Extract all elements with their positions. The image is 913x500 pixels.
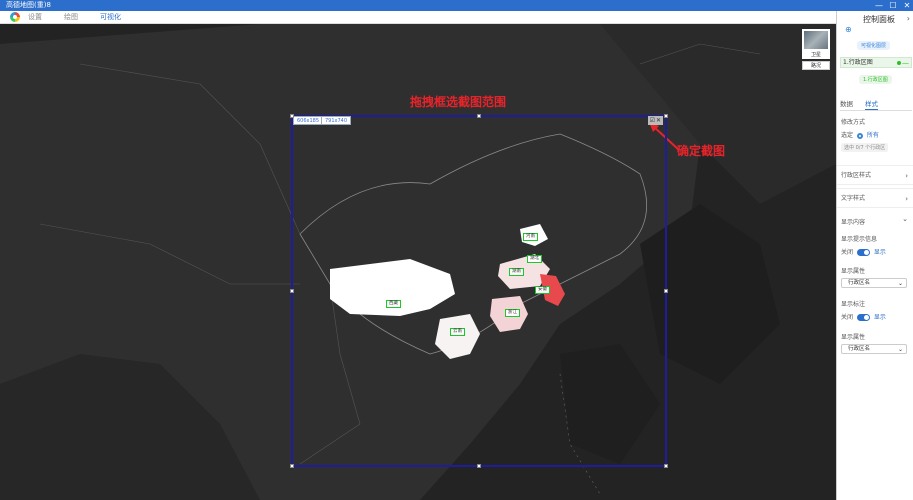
menu-visualize[interactable]: 可视化 xyxy=(100,12,121,22)
chevron-down-icon: ⌄ xyxy=(897,280,903,287)
window-titlebar: 高德地图(重)8 — ☐ ✕ xyxy=(0,0,913,11)
selection-output-size-label: 791x740 xyxy=(321,116,352,125)
show-tooltip-label: 显示提示信息 xyxy=(841,236,878,243)
minimize-icon[interactable]: — xyxy=(875,0,883,11)
chevron-right-icon: › xyxy=(905,195,908,203)
province-label: 湖北 xyxy=(527,255,542,263)
section-admin-style-label: 行政区样式 xyxy=(841,172,872,179)
tab-data[interactable]: 数据 xyxy=(840,97,853,110)
chevron-right-icon[interactable]: › xyxy=(907,14,910,23)
cancel-screenshot-icon[interactable]: ✕ xyxy=(656,116,661,125)
window-title: 高德地图(重)8 xyxy=(6,1,51,9)
label-toggle-row: 关闭 显示 xyxy=(841,312,886,321)
province-label: 西藏 xyxy=(386,300,401,308)
province-label: 安徽 xyxy=(535,286,550,294)
menu-bar: 设置 绘图 可视化 xyxy=(0,11,913,24)
label-off-label: 关闭 xyxy=(841,314,854,321)
radio-all[interactable] xyxy=(856,132,863,139)
layer-menu-icon[interactable]: — xyxy=(902,58,909,68)
tooltip-on-label: 显示 xyxy=(873,249,886,256)
section-display-label: 显示内容 xyxy=(841,219,866,226)
tooltip-attr-select[interactable]: 行政区名 ⌄ xyxy=(841,278,907,288)
maximize-icon[interactable]: ☐ xyxy=(889,0,897,11)
add-layer-icon[interactable]: ⊕ xyxy=(845,25,852,34)
display-attr-label: 显示属性 xyxy=(841,268,866,275)
chevron-down-icon[interactable]: ⌄ xyxy=(902,215,908,223)
satellite-thumbnail[interactable] xyxy=(802,29,830,51)
label-toggle[interactable] xyxy=(856,314,870,321)
control-panel: 控制面板 › ⊕ 可视化图层 1.行政区图 — 1.行政区图 数据 样式 修改方… xyxy=(836,11,913,500)
section-text-style[interactable]: 文字样式 › xyxy=(837,188,913,208)
selection-action-buttons: ☑ ✕ xyxy=(647,116,663,125)
resize-handle-e[interactable] xyxy=(664,289,668,293)
tooltip-toggle[interactable] xyxy=(856,249,870,256)
window-controls: — ☐ ✕ xyxy=(875,0,911,11)
label-attr-value: 行政区名 xyxy=(848,346,871,352)
close-icon[interactable]: ✕ xyxy=(903,0,911,11)
tooltip-off-label: 关闭 xyxy=(841,249,854,256)
chevron-down-icon: ⌄ xyxy=(897,346,903,353)
app-logo-icon xyxy=(10,12,20,22)
satellite-label: 卫星 xyxy=(802,51,830,59)
label-on-label: 显示 xyxy=(873,314,886,321)
visual-layer-pill[interactable]: 可视化图层 xyxy=(857,41,891,50)
screenshot-selection-box[interactable]: 606x185 791x740 ☑ ✕ xyxy=(290,114,668,468)
layer-name: 1.行政区图 xyxy=(843,59,873,66)
layer-visible-icon[interactable] xyxy=(897,61,901,65)
tooltip-attr-value: 行政区名 xyxy=(848,280,871,286)
resize-handle-se[interactable] xyxy=(664,464,668,468)
menu-settings[interactable]: 设置 xyxy=(28,12,42,22)
resize-handle-s[interactable] xyxy=(477,464,481,468)
resize-handle-w[interactable] xyxy=(290,289,294,293)
modify-mode-row: 选定 所有 xyxy=(841,130,879,139)
section-text-style-label: 文字样式 xyxy=(841,195,866,202)
traffic-button[interactable]: 路况 xyxy=(802,61,830,70)
province-label: 河南 xyxy=(523,233,538,241)
modify-mode-label: 修改方式 xyxy=(841,119,866,126)
label-attr-select[interactable]: 行政区名 ⌄ xyxy=(841,344,907,354)
section-admin-style[interactable]: 行政区样式 › xyxy=(837,165,913,185)
resize-handle-sw[interactable] xyxy=(290,464,294,468)
display-attr-label-2: 显示属性 xyxy=(841,334,866,341)
admin-layer-pill[interactable]: 1.行政区图 xyxy=(859,75,892,84)
resize-handle-nw[interactable] xyxy=(290,114,294,118)
province-label: 湖南 xyxy=(509,268,524,276)
province-label: 浙江 xyxy=(505,309,520,317)
confirm-screenshot-icon[interactable]: ☑ xyxy=(650,116,655,125)
panel-title: 控制面板 xyxy=(863,15,895,24)
basemap-switcher: 卫星 路况 xyxy=(802,29,830,70)
selection-size-label: 606x185 xyxy=(293,116,324,125)
resize-handle-n[interactable] xyxy=(477,114,481,118)
layer-row[interactable]: 1.行政区图 — xyxy=(840,57,912,68)
map-canvas[interactable]: 拖拽框选截图范围 确定截图 606x185 791x740 ☑ ✕ 西藏 云南 … xyxy=(0,24,836,500)
province-label: 云南 xyxy=(450,328,465,336)
show-label-label: 显示标注 xyxy=(841,301,866,308)
chevron-right-icon: › xyxy=(905,172,908,180)
modify-mode-selected: 选定 xyxy=(841,132,854,139)
resize-handle-ne[interactable] xyxy=(664,114,668,118)
menu-draw[interactable]: 绘图 xyxy=(64,12,78,22)
panel-tabs: 数据 样式 xyxy=(840,97,912,111)
selected-count: 选中 0/7 个行政区 xyxy=(841,143,889,152)
drag-hint-annotation: 拖拽框选截图范围 xyxy=(410,95,507,109)
modify-mode-all[interactable]: 所有 xyxy=(867,132,879,139)
tooltip-toggle-row: 关闭 显示 xyxy=(841,247,886,256)
tab-style[interactable]: 样式 xyxy=(865,97,878,110)
